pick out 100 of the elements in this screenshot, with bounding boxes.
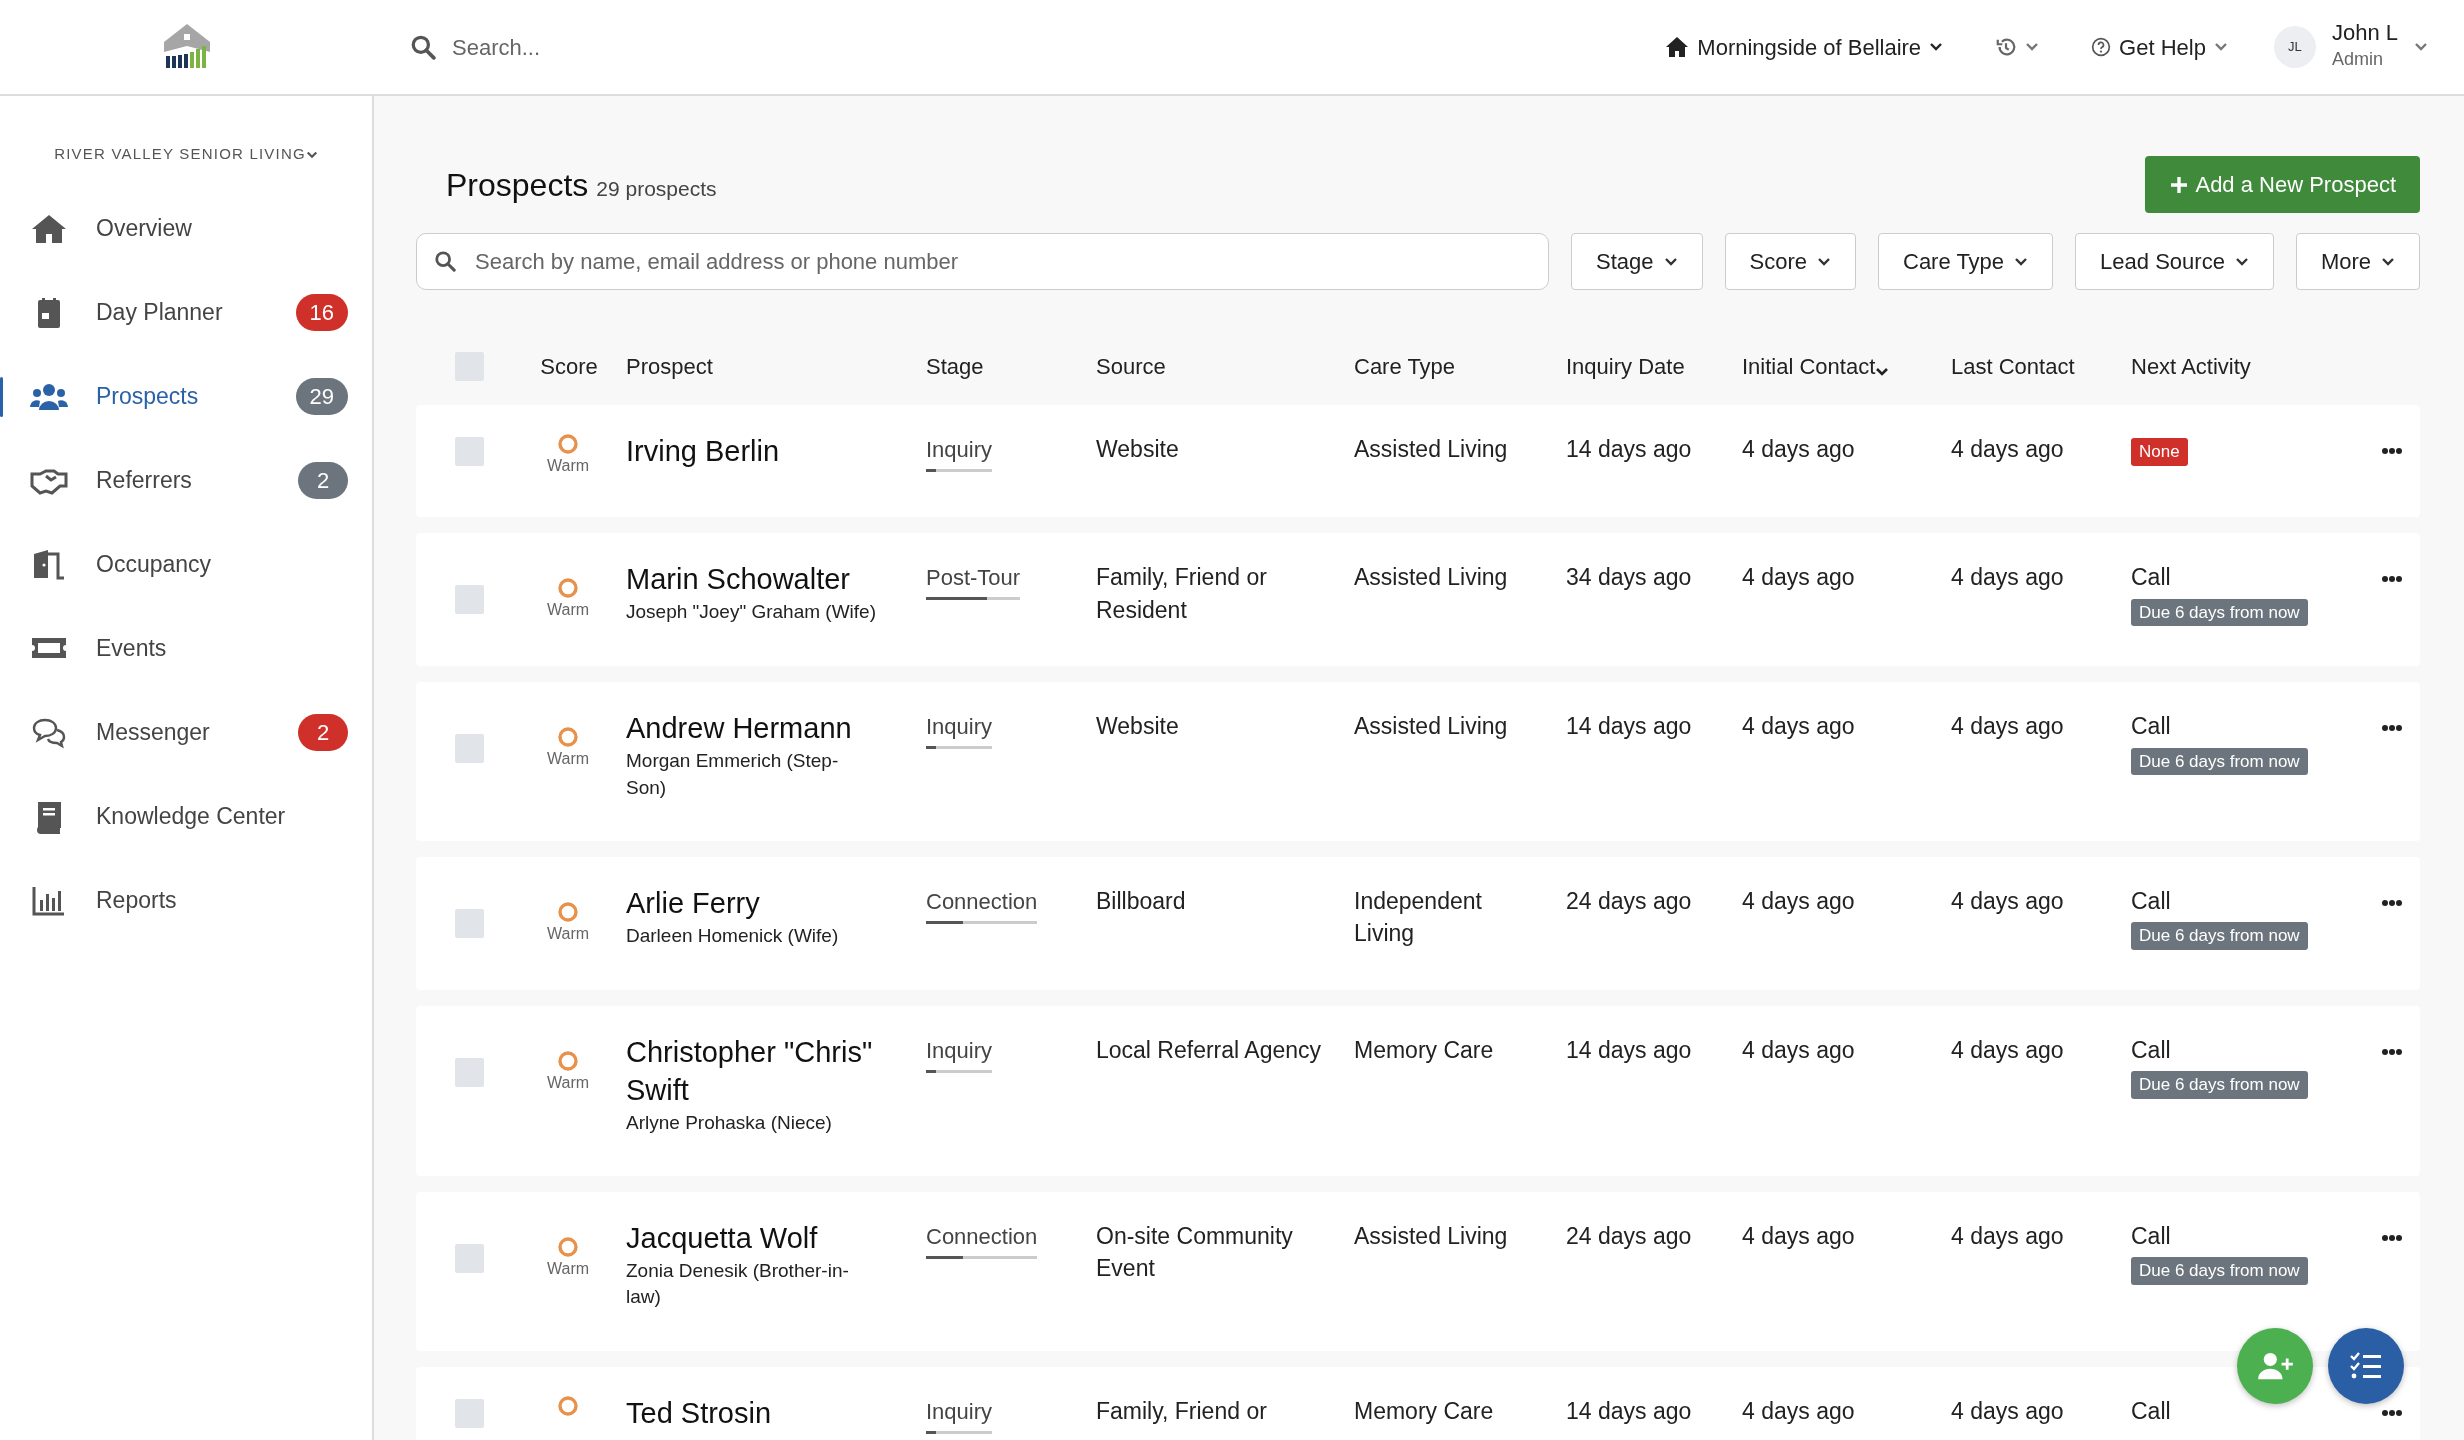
sidebar-item[interactable]: Occupancy	[0, 522, 372, 607]
table-cell: 4 days ago	[1742, 713, 1855, 740]
due-badge: Due 6 days from now	[2131, 922, 2308, 951]
count-badge: 2	[298, 714, 348, 751]
score-label: Warm	[546, 600, 590, 621]
count-badge: 2	[298, 462, 348, 499]
table-cell: Assisted Living	[1354, 1223, 1508, 1250]
table-cell: Website	[1096, 713, 1179, 740]
table-row[interactable]: Ted Strosin Inquiry Family, Friend or Memory Care 14 days ago 4 days ago 4 days ago Call	[416, 1367, 2420, 1440]
search-field[interactable]: Search...	[374, 30, 1660, 64]
table-row[interactable]: Warm Jacquetta Wolf Zonia Denesik (Brother-in-law) Connection On-site Community Event Assisted Living 24 days ago 4 days ago 4 days ago Call Due 6 days from now	[416, 1192, 2420, 1352]
contact-name: Arlyne Prohaska (Niece)	[626, 1110, 833, 1135]
contact-name: Morgan Emmerich (Step-Son)	[626, 749, 840, 800]
table-cell: 4 days ago	[1951, 888, 2064, 915]
prospect-name[interactable]: Arlie Ferry	[626, 885, 876, 923]
due-badge: Due 6 days from now	[2131, 1257, 2308, 1286]
community-dropdown[interactable]: Morningside of Bellaire	[1659, 29, 1950, 65]
filter-dropdown[interactable]: Stage	[1571, 233, 1703, 290]
sidebar-item[interactable]: Events	[0, 606, 372, 691]
sidebar-item[interactable]: Reports	[0, 858, 372, 943]
table-cell: 4 days ago	[1951, 436, 2064, 462]
activity-label: Call	[2131, 1222, 2171, 1252]
sidebar-item[interactable]: Day Planner 16	[0, 270, 372, 355]
user-role: Admin	[2331, 47, 2384, 71]
page-title: Prospects	[446, 165, 589, 205]
prospect-name[interactable]: Irving Berlin	[626, 433, 876, 471]
sidebar-item[interactable]: Messenger 2	[0, 690, 372, 775]
contact-name: Joseph "Joey" Graham (Wife)	[626, 600, 876, 625]
avatar: JL	[2273, 26, 2316, 68]
activity-label: Call	[2131, 1036, 2171, 1066]
stage-label: Inquiry	[926, 436, 993, 464]
organization-dropdown[interactable]: RIVER VALLEY SENIOR LIVING	[0, 142, 372, 167]
table-row[interactable]: Warm Marin Schowalter Joseph "Joey" Graham (Wife) Post-Tour Family, Friend or Resident Assisted Living 34 days ago 4 days ago 4 days ago Call Due 6 days from now	[416, 533, 2420, 667]
table-row[interactable]: Warm Irving Berlin Inquiry Website Assisted Living 14 days ago 4 days ago 4 days ago None	[416, 405, 2420, 518]
filter-dropdown[interactable]: Score	[1724, 233, 1856, 290]
column-header[interactable]: Source	[1096, 350, 1166, 383]
column-header[interactable]: Score	[540, 350, 598, 383]
column-header[interactable]: Inquiry Date	[1566, 350, 1685, 383]
score-label: Warm	[546, 456, 590, 476]
due-badge: Due 6 days from now	[2131, 598, 2308, 627]
table-cell: 4 days ago	[1742, 1223, 1855, 1250]
activity-label: Call	[2131, 563, 2171, 593]
prospect-name[interactable]: Christopher "Chris" Swift	[626, 1034, 876, 1110]
stage-label: Connection	[926, 1223, 1038, 1252]
activity-label: Call	[2131, 1397, 2171, 1427]
prospect-name[interactable]: Ted Strosin	[626, 1395, 876, 1433]
table-row[interactable]: Warm Arlie Ferry Darleen Homenick (Wife) Connection Billboard Independent Living 24 days ago 4 days ago 4 days ago Call Due 6 days from now	[416, 857, 2420, 991]
search-field[interactable]: Search by name, email address or phone number	[416, 233, 1549, 290]
column-header[interactable]: Last Contact	[1951, 350, 2075, 383]
table-row[interactable]: Warm Christopher "Chris" Swift Arlyne Prohaska (Niece) Inquiry Local Referral Agency Memory Care 14 days ago 4 days ago 4 days ago Call Due 6 days from now	[416, 1006, 2420, 1177]
score-label: Warm	[546, 1259, 590, 1280]
table-cell: 14 days ago	[1566, 713, 1692, 740]
activity-label: Call	[2131, 887, 2171, 917]
table-cell: Memory Care	[1354, 1037, 1494, 1064]
filter-dropdown[interactable]: More	[2295, 233, 2420, 290]
due-badge: Due 6 days from now	[2131, 1071, 2308, 1100]
table-cell: 4 days ago	[1742, 436, 1855, 462]
score-label: Warm	[546, 1073, 590, 1094]
prospect-count: 29 prospects	[596, 175, 717, 202]
column-header[interactable]: Care Type	[1354, 350, 1456, 383]
add-prospect-button[interactable]: Add a New Prospect	[2145, 156, 2420, 213]
sidebar-item[interactable]: Referrers 2	[0, 438, 372, 523]
column-header[interactable]: Prospect	[626, 350, 713, 383]
prospect-name[interactable]: Jacquetta Wolf	[626, 1220, 876, 1258]
prospect-name[interactable]: Andrew Hermann	[626, 710, 876, 749]
table-cell: Assisted Living	[1354, 564, 1508, 591]
stage-label: Inquiry	[926, 1398, 993, 1427]
table-cell: On-site Community Event	[1096, 1223, 1293, 1282]
filter-dropdown[interactable]: Care Type	[1878, 233, 2054, 290]
count-badge: 29	[295, 378, 348, 415]
table-cell: 4 days ago	[1742, 1398, 1855, 1425]
prospect-name[interactable]: Marin Schowalter	[626, 561, 876, 600]
table-cell: 4 days ago	[1742, 1037, 1855, 1064]
stage-label: Connection	[926, 888, 1038, 917]
table-cell: 4 days ago	[1951, 1223, 2064, 1250]
table-cell: Family, Friend or Resident	[1096, 564, 1267, 623]
user-name: John L	[2331, 21, 2398, 46]
contact-name: Zonia Denesik (Brother-in-law)	[626, 1258, 850, 1310]
table-cell: Family, Friend or	[1096, 1398, 1267, 1425]
table-cell: Independent Living	[1354, 888, 1482, 947]
table-cell: Assisted Living	[1354, 713, 1508, 740]
column-header[interactable]: Next Activity	[2131, 350, 2251, 383]
filter-dropdown[interactable]: Lead Source	[2075, 233, 2274, 290]
table-cell: 4 days ago	[1951, 1037, 2064, 1064]
table-cell: Website	[1096, 436, 1179, 462]
table-cell: 24 days ago	[1566, 1223, 1692, 1250]
column-header[interactable]: Initial Contact	[1742, 350, 1890, 383]
table-cell: 24 days ago	[1566, 888, 1692, 915]
sidebar-item[interactable]: Prospects 29	[0, 354, 372, 439]
status-badge: None	[2131, 438, 2188, 466]
table-cell: Assisted Living	[1354, 436, 1508, 462]
table-row[interactable]: Warm Andrew Hermann Morgan Emmerich (Step-Son) Inquiry Website Assisted Living 14 days ago 4 days ago 4 days ago Call Due 6 days from now	[416, 682, 2420, 842]
sidebar-item[interactable]: Overview	[0, 186, 372, 271]
help-dropdown[interactable]: Get Help	[2085, 29, 2234, 65]
sidebar-item[interactable]: Knowledge Center	[0, 774, 372, 859]
contact-name: Darleen Homenick (Wife)	[626, 923, 840, 948]
score-label: Warm	[546, 924, 590, 945]
column-header[interactable]: Stage	[926, 350, 984, 383]
table-cell: 14 days ago	[1566, 1037, 1692, 1064]
table-cell: Billboard	[1096, 888, 1186, 915]
